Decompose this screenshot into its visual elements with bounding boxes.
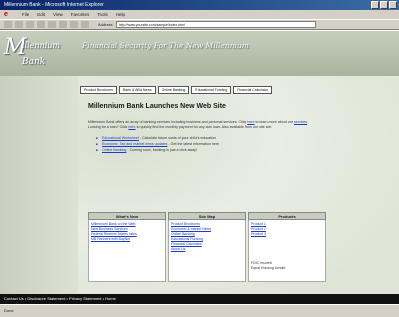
main-content: Millennium Bank Launches New Web Site Mi… — [88, 103, 388, 153]
products-heading: Products — [248, 212, 326, 220]
page-headline: Millennium Bank Launches New Web Site — [88, 103, 226, 110]
menu-file[interactable]: File — [22, 12, 29, 17]
menu-edit[interactable]: Edit — [37, 12, 45, 17]
whats-new-item[interactable]: MB Partners with BayNet — [91, 237, 163, 242]
nav-tab-online-banking[interactable]: Online Banking — [157, 86, 190, 94]
nav-tab-financial-calculator[interactable]: Financial Calculator — [233, 86, 273, 94]
menu-view[interactable]: View — [53, 12, 63, 17]
close-button[interactable] — [389, 1, 397, 9]
site-map-item[interactable]: About Us — [171, 247, 243, 252]
stop-icon[interactable] — [26, 21, 34, 28]
favorites-icon[interactable] — [70, 21, 78, 28]
nav-tab-bank-news[interactable]: Bank & ABA News — [119, 86, 156, 94]
list-item: Online Banking - Coming soon, banking is… — [96, 147, 388, 153]
site-tagline: Financial Security For The New Millenniu… — [82, 41, 249, 50]
list-item-text: - Coming soon, banking is just a click a… — [126, 148, 197, 152]
list-item-text: - Get the latest information here — [167, 142, 220, 146]
maximize-button[interactable] — [380, 1, 388, 9]
address-label: Address — [98, 22, 113, 27]
site-nav: Product Brochures Bank & ABA News Online… — [80, 86, 273, 94]
refresh-icon[interactable] — [37, 21, 45, 28]
intro-text-4: to quickly find the monthly payment for … — [136, 125, 272, 129]
educational-worksheet-link[interactable]: Educational Worksheet — [102, 136, 139, 140]
products-panel: Products Product 1 Product 2 Product 3 F… — [248, 212, 326, 282]
menu-tools[interactable]: Tools — [97, 12, 108, 17]
back-icon[interactable] — [4, 21, 12, 28]
intro-link-here-1[interactable]: here — [247, 120, 254, 124]
equal-housing-note: Equal Housing Lender — [251, 266, 286, 270]
products-list: Product 1 Product 2 Product 3 FDIC Insur… — [248, 220, 326, 282]
online-banking-link[interactable]: Online Banking — [102, 148, 126, 152]
menu-bar: e File Edit View Favorites Tools Help — [0, 10, 399, 19]
site-header: M illennium Bank Financial Security For … — [0, 31, 399, 76]
menu-help[interactable]: Help — [116, 12, 125, 17]
site-map-list: Product Brochures Economic & market News… — [168, 220, 246, 282]
info-tables: What's New Millennium Bank on the Web Ne… — [88, 212, 326, 282]
nav-tab-educational-funding[interactable]: Educational Funding — [191, 86, 232, 94]
logo-bank-word: Bank — [22, 57, 46, 67]
minimize-button[interactable] — [371, 1, 379, 9]
feature-list: Educational Worksheet - Calculate future… — [96, 135, 388, 153]
status-bar: Done — [0, 304, 399, 317]
menu-favorites[interactable]: Favorites — [71, 12, 90, 17]
news-updates-link[interactable]: Economic, Tax and market news updates — [102, 142, 167, 146]
whats-new-list: Millennium Bank on the Web New Business … — [88, 220, 166, 282]
intro-text-2: to learn more about our — [255, 120, 293, 124]
intro-link-here-2[interactable]: here — [128, 125, 135, 129]
site-map-heading: Site Map — [168, 212, 246, 220]
site-footer-links[interactable]: Contact Us • Disclosure Statement • Priv… — [0, 294, 399, 304]
logo-word: illennium — [22, 41, 61, 50]
site-logo[interactable]: M illennium Bank — [4, 37, 74, 77]
address-input[interactable]: http://www.yoursite.com/sample/index.htm… — [115, 21, 316, 28]
products-spacer — [251, 237, 323, 261]
intro-paragraph: Millennium Bank offers an array of banki… — [88, 120, 318, 130]
list-item-text: - Calculate future costs of your child's… — [138, 136, 217, 140]
browser-logo-icon: e — [4, 11, 8, 18]
search-icon[interactable] — [59, 21, 67, 28]
whats-new-heading: What's New — [88, 212, 166, 220]
window-title: Millennium Bank - Microsoft Internet Exp… — [4, 2, 104, 8]
nav-tab-product-brochures[interactable]: Product Brochures — [80, 86, 117, 94]
window-controls — [371, 1, 397, 9]
home-icon[interactable] — [48, 21, 56, 28]
site-map-panel: Site Map Product Brochures Economic & ma… — [168, 212, 246, 282]
whats-new-panel: What's New Millennium Bank on the Web Ne… — [88, 212, 166, 282]
intro-link-services[interactable]: services — [294, 120, 307, 124]
decorative-sidebar — [0, 76, 78, 304]
forward-icon[interactable] — [15, 21, 23, 28]
window-title-bar: Millennium Bank - Microsoft Internet Exp… — [0, 0, 399, 10]
status-text: Done — [4, 308, 14, 313]
intro-text-1: Millennium Bank offers an array of banki… — [88, 120, 247, 124]
web-page: M illennium Bank Financial Security For … — [0, 31, 399, 304]
history-icon[interactable] — [81, 21, 89, 28]
browser-toolbar: Address http://www.yoursite.com/sample/i… — [0, 19, 399, 30]
